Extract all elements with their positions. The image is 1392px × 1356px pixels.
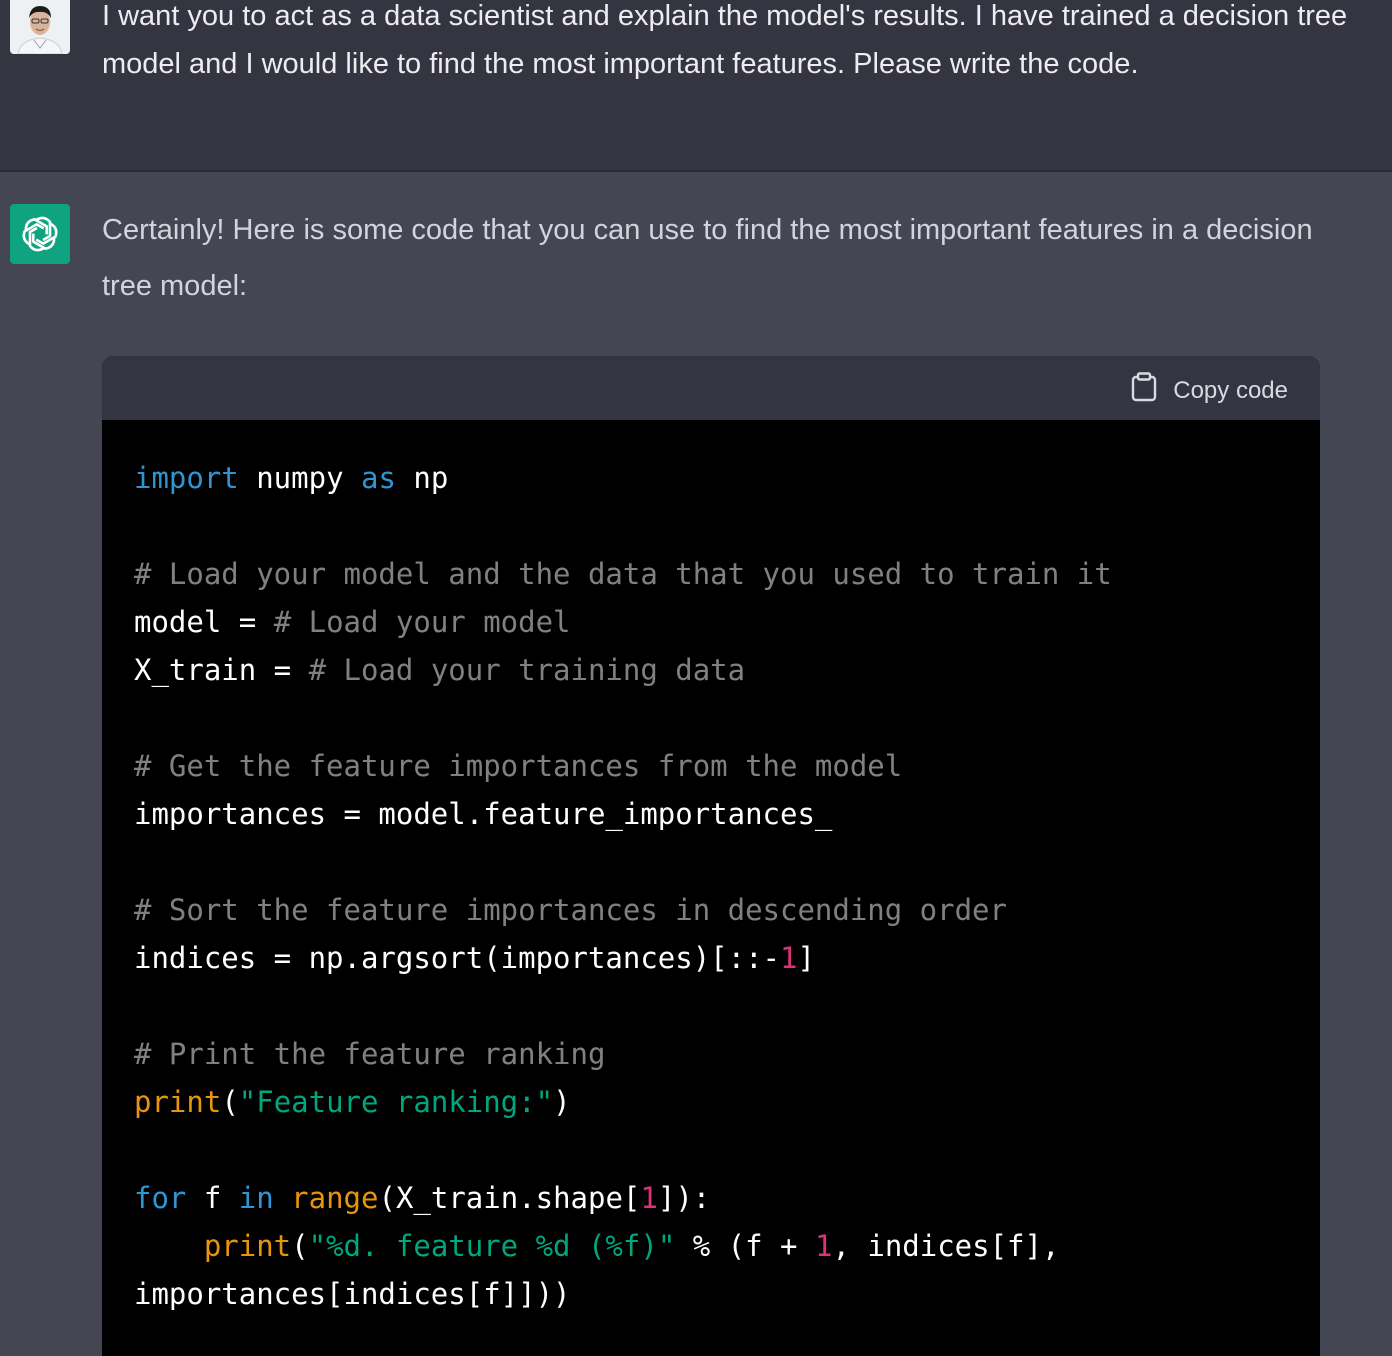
code-line: importances = model.feature_importances_ xyxy=(134,790,1320,838)
code-line: print("Feature ranking:") xyxy=(134,1078,1320,1126)
code-token: model = xyxy=(134,605,274,639)
copy-code-label: Copy code xyxy=(1173,376,1288,404)
code-line: indices = np.argsort(importances)[::-1] xyxy=(134,934,1320,982)
user-message: I want you to act as a data scientist an… xyxy=(0,0,1392,172)
code-token: ]): xyxy=(657,1181,711,1215)
code-token: range xyxy=(291,1181,379,1215)
code-line: # Sort the feature importances in descen… xyxy=(134,886,1320,934)
code-content: import numpy as np # Load your model and … xyxy=(102,420,1320,1318)
code-token: "%d. feature %d (%f)" xyxy=(308,1229,676,1263)
code-line: import numpy as np xyxy=(134,454,1320,502)
code-token: % (f + xyxy=(675,1229,815,1263)
code-token: f xyxy=(186,1181,239,1215)
code-line: # Get the feature importances from the m… xyxy=(134,742,1320,790)
code-token: in xyxy=(238,1181,274,1215)
code-line: # Print the feature ranking xyxy=(134,1030,1320,1078)
code-token: X_train = xyxy=(134,653,309,687)
code-token: print xyxy=(134,1085,222,1119)
copy-code-button[interactable]: Copy code xyxy=(1131,372,1288,409)
code-token: importances[indices[f]])) xyxy=(134,1277,571,1311)
code-token: 1 xyxy=(780,941,798,975)
code-token: indices = np.argsort(importances)[::- xyxy=(134,941,781,975)
code-line: print("%d. feature %d (%f)" % (f + 1, in… xyxy=(134,1222,1320,1270)
code-line: model = # Load your model xyxy=(134,598,1320,646)
code-token: # Print the feature ranking xyxy=(134,1037,606,1071)
code-token: ] xyxy=(797,941,815,975)
user-avatar xyxy=(10,0,70,54)
code-token: # Load your training data xyxy=(308,653,746,687)
code-line: importances[indices[f]])) xyxy=(134,1270,1320,1318)
code-token: import xyxy=(134,461,239,495)
user-message-text: I want you to act as a data scientist an… xyxy=(102,0,1348,80)
code-block-header: Copy code xyxy=(102,356,1320,420)
code-block: Copy code import numpy as np # Load your … xyxy=(102,356,1320,1356)
code-token: "Feature ranking:" xyxy=(238,1085,554,1119)
code-token: np xyxy=(395,461,449,495)
openai-logo-icon xyxy=(10,204,70,264)
code-token: , indices[f], xyxy=(832,1229,1060,1263)
code-token: ) xyxy=(553,1085,571,1119)
code-token: ( xyxy=(221,1085,239,1119)
code-token: print xyxy=(203,1229,292,1263)
code-token: 1 xyxy=(640,1181,658,1215)
code-token: ( xyxy=(291,1229,309,1263)
code-line: for f in range(X_train.shape[1]): xyxy=(134,1174,1320,1222)
code-token: numpy xyxy=(238,461,361,495)
code-token: (X_train.shape[ xyxy=(378,1181,641,1215)
clipboard-icon xyxy=(1131,372,1157,409)
code-token: importances = model.feature_importances_ xyxy=(134,797,833,831)
code-token: # Load your model xyxy=(273,605,571,639)
user-avatar-image xyxy=(10,0,70,54)
code-token: 1 xyxy=(814,1229,833,1263)
code-token: # Sort the feature importances in descen… xyxy=(134,893,1007,927)
code-token: # Load your model and the data that you … xyxy=(134,557,1112,591)
code-line: X_train = # Load your training data xyxy=(134,646,1320,694)
code-token: as xyxy=(360,461,396,495)
code-token: for xyxy=(134,1181,187,1215)
code-token: # Get the feature importances from the m… xyxy=(134,749,903,783)
assistant-message: Certainly! Here is some code that you ca… xyxy=(0,172,1392,1356)
assistant-intro-text: Certainly! Here is some code that you ca… xyxy=(102,214,1313,302)
code-line: # Load your model and the data that you … xyxy=(134,550,1320,598)
